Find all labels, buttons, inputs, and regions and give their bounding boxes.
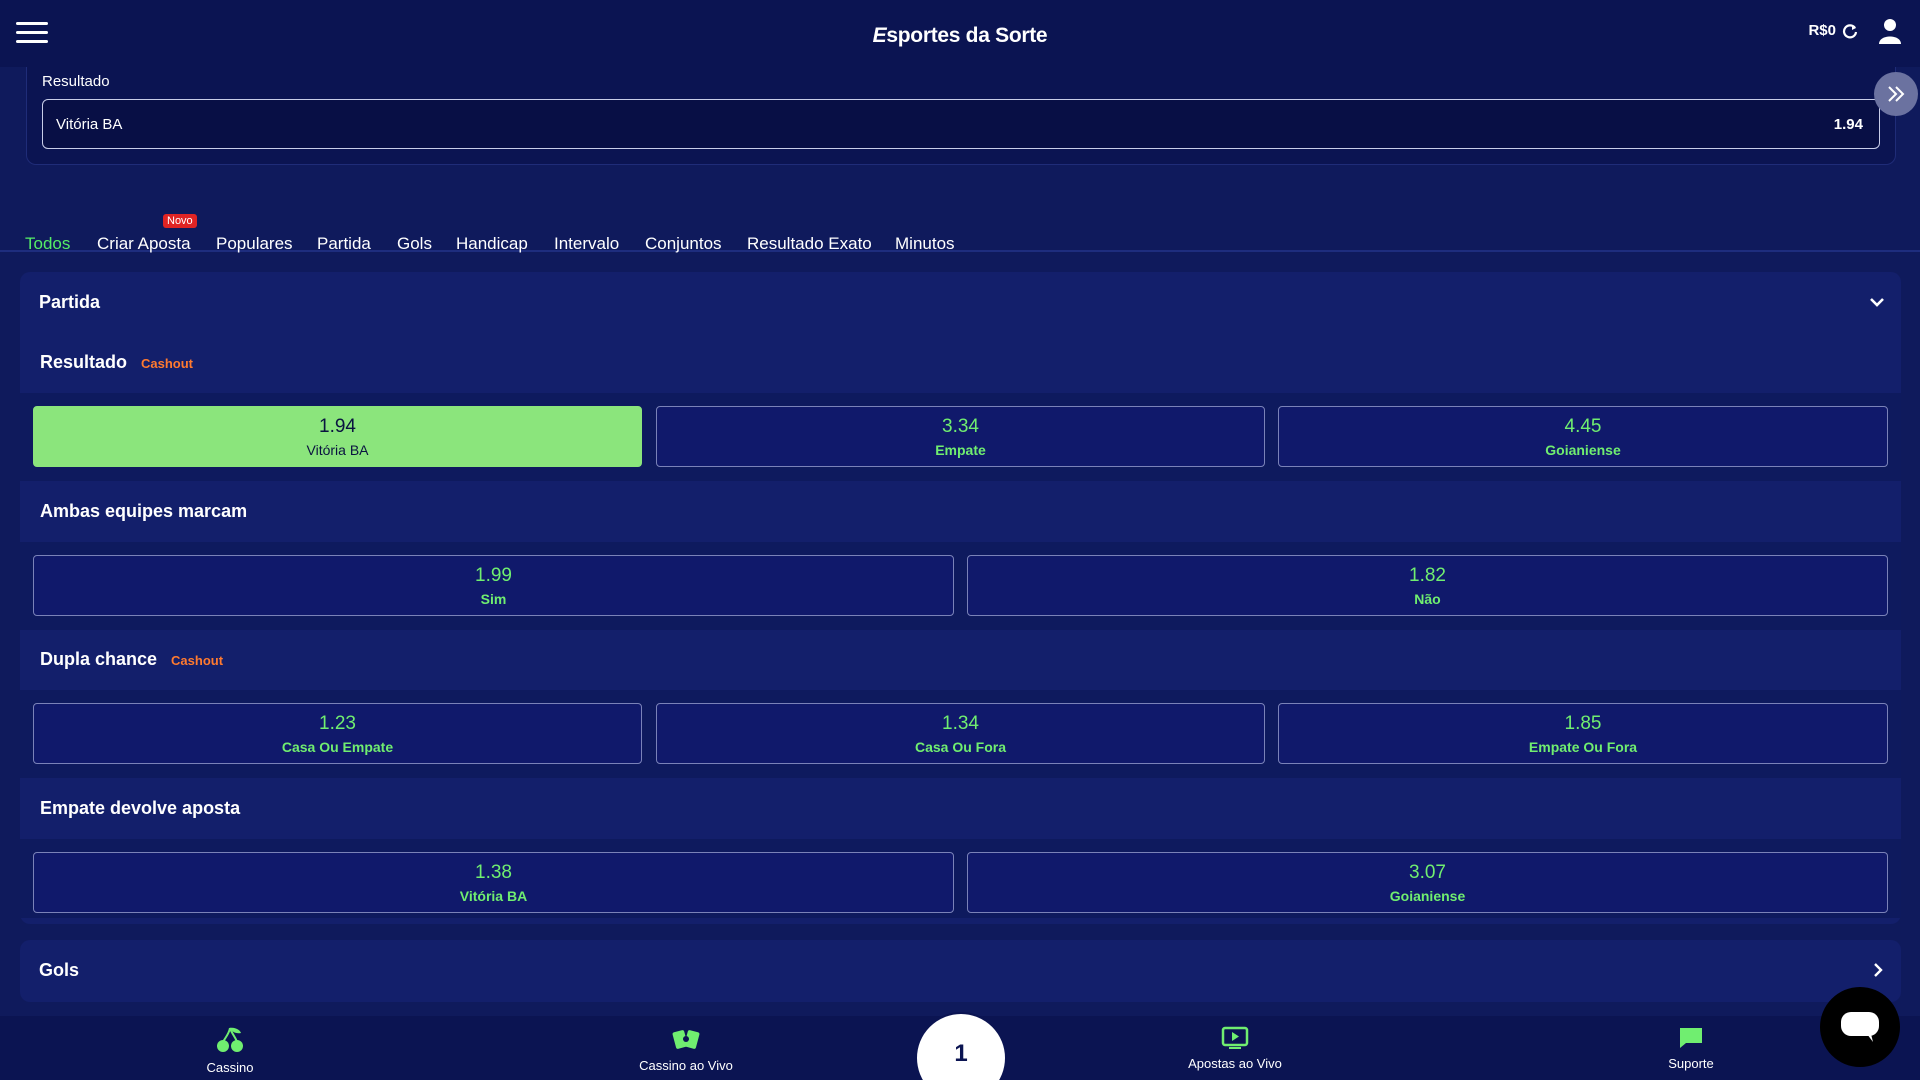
- live-tv-icon: [1221, 1026, 1249, 1049]
- odd-button-empate[interactable]: 3.34 Empate: [656, 406, 1265, 467]
- chat-icon: [1841, 1012, 1879, 1042]
- chat-support-button[interactable]: [1820, 987, 1900, 1067]
- market-tabs: Todos Criar Aposta Populares Partida Gol…: [0, 222, 1920, 254]
- chevron-right-icon: [1874, 963, 1883, 977]
- market-title-ambas: Ambas equipes marcam: [40, 501, 248, 521]
- market-row-empate-devolve: 1.38 Vitória BA 3.07 Goianiense: [20, 839, 1901, 918]
- tab-conjuntos[interactable]: Conjuntos: [645, 234, 722, 254]
- double-chevron-right-icon: [1888, 86, 1905, 102]
- cards-icon: [672, 1030, 700, 1049]
- balance-display[interactable]: R$0: [1808, 22, 1858, 39]
- refresh-icon[interactable]: [1842, 23, 1858, 39]
- odd-button-nao[interactable]: 1.82 Não: [967, 555, 1888, 616]
- tab-resultado-exato[interactable]: Resultado Exato: [747, 234, 872, 254]
- odd-button-casa-ou-fora[interactable]: 1.34 Casa Ou Fora: [656, 703, 1265, 764]
- nav-cassino[interactable]: Cassino: [150, 1026, 310, 1075]
- cashout-badge: Cashout: [171, 653, 224, 668]
- gols-panel[interactable]: Gols: [20, 940, 1901, 1002]
- market-title-resultado: Resultado Cashout: [40, 352, 194, 372]
- user-icon[interactable]: [1878, 18, 1902, 44]
- tab-criar-aposta[interactable]: Criar Aposta: [97, 234, 191, 254]
- tab-handicap[interactable]: Handicap: [456, 234, 528, 254]
- slip-odd: 1.94: [1833, 116, 1863, 133]
- bet-slip-card: Resultado Vitória BA 1.94: [26, 67, 1896, 165]
- odd-button-vitoria-dnb[interactable]: 1.38 Vitória BA: [33, 852, 954, 913]
- tab-minutos[interactable]: Minutos: [895, 234, 955, 254]
- slip-team: Vitória BA: [56, 116, 123, 133]
- top-header: Esportes da Sorte R$0: [0, 0, 1920, 67]
- market-row-resultado: 1.94 Vitória BA 3.34 Empate 4.45 Goianie…: [20, 393, 1901, 481]
- market-title-dupla: Dupla chance Cashout: [40, 649, 224, 669]
- market-title-empate-devolve: Empate devolve aposta: [40, 798, 241, 818]
- tab-gols[interactable]: Gols: [397, 234, 432, 254]
- odd-button-goianiense-dnb[interactable]: 3.07 Goianiense: [967, 852, 1888, 913]
- tab-intervalo[interactable]: Intervalo: [554, 234, 619, 254]
- tab-populares[interactable]: Populares: [216, 234, 293, 254]
- nav-apostas-ao-vivo[interactable]: Apostas ao Vivo: [1155, 1026, 1315, 1071]
- odd-button-casa-ou-empate[interactable]: 1.23 Casa Ou Empate: [33, 703, 642, 764]
- slip-selection[interactable]: Vitória BA 1.94: [42, 99, 1880, 149]
- odd-button-goianiense[interactable]: 4.45 Goianiense: [1278, 406, 1888, 467]
- chat-bubble-icon: [1680, 1028, 1702, 1048]
- expand-slip-button[interactable]: [1874, 72, 1918, 116]
- new-badge: Novo: [163, 214, 197, 228]
- partida-panel: Partida Resultado Cashout 1.94 Vitória BA…: [20, 272, 1901, 924]
- site-logo[interactable]: Esportes da Sorte: [0, 24, 1920, 48]
- odd-button-sim[interactable]: 1.99 Sim: [33, 555, 954, 616]
- odd-button-empate-ou-fora[interactable]: 1.85 Empate Ou Fora: [1278, 703, 1888, 764]
- cashout-badge: Cashout: [141, 356, 194, 371]
- odd-button-vitoria[interactable]: 1.94 Vitória BA: [33, 406, 642, 467]
- balance-value: R$0: [1808, 22, 1836, 39]
- panel-title[interactable]: Partida: [39, 292, 100, 313]
- market-row-dupla: 1.23 Casa Ou Empate 1.34 Casa Ou Fora 1.…: [20, 690, 1901, 778]
- nav-suporte[interactable]: Suporte: [1611, 1026, 1771, 1071]
- market-row-ambas: 1.99 Sim 1.82 Não: [20, 542, 1901, 630]
- nav-cassino-ao-vivo[interactable]: Cassino ao Vivo: [606, 1026, 766, 1073]
- tab-todos[interactable]: Todos: [25, 234, 70, 254]
- cherry-icon: [217, 1027, 243, 1052]
- gols-title: Gols: [39, 960, 80, 980]
- tab-partida[interactable]: Partida: [317, 234, 371, 254]
- slip-market-label: Resultado: [42, 73, 110, 90]
- chevron-down-icon[interactable]: [1869, 296, 1885, 308]
